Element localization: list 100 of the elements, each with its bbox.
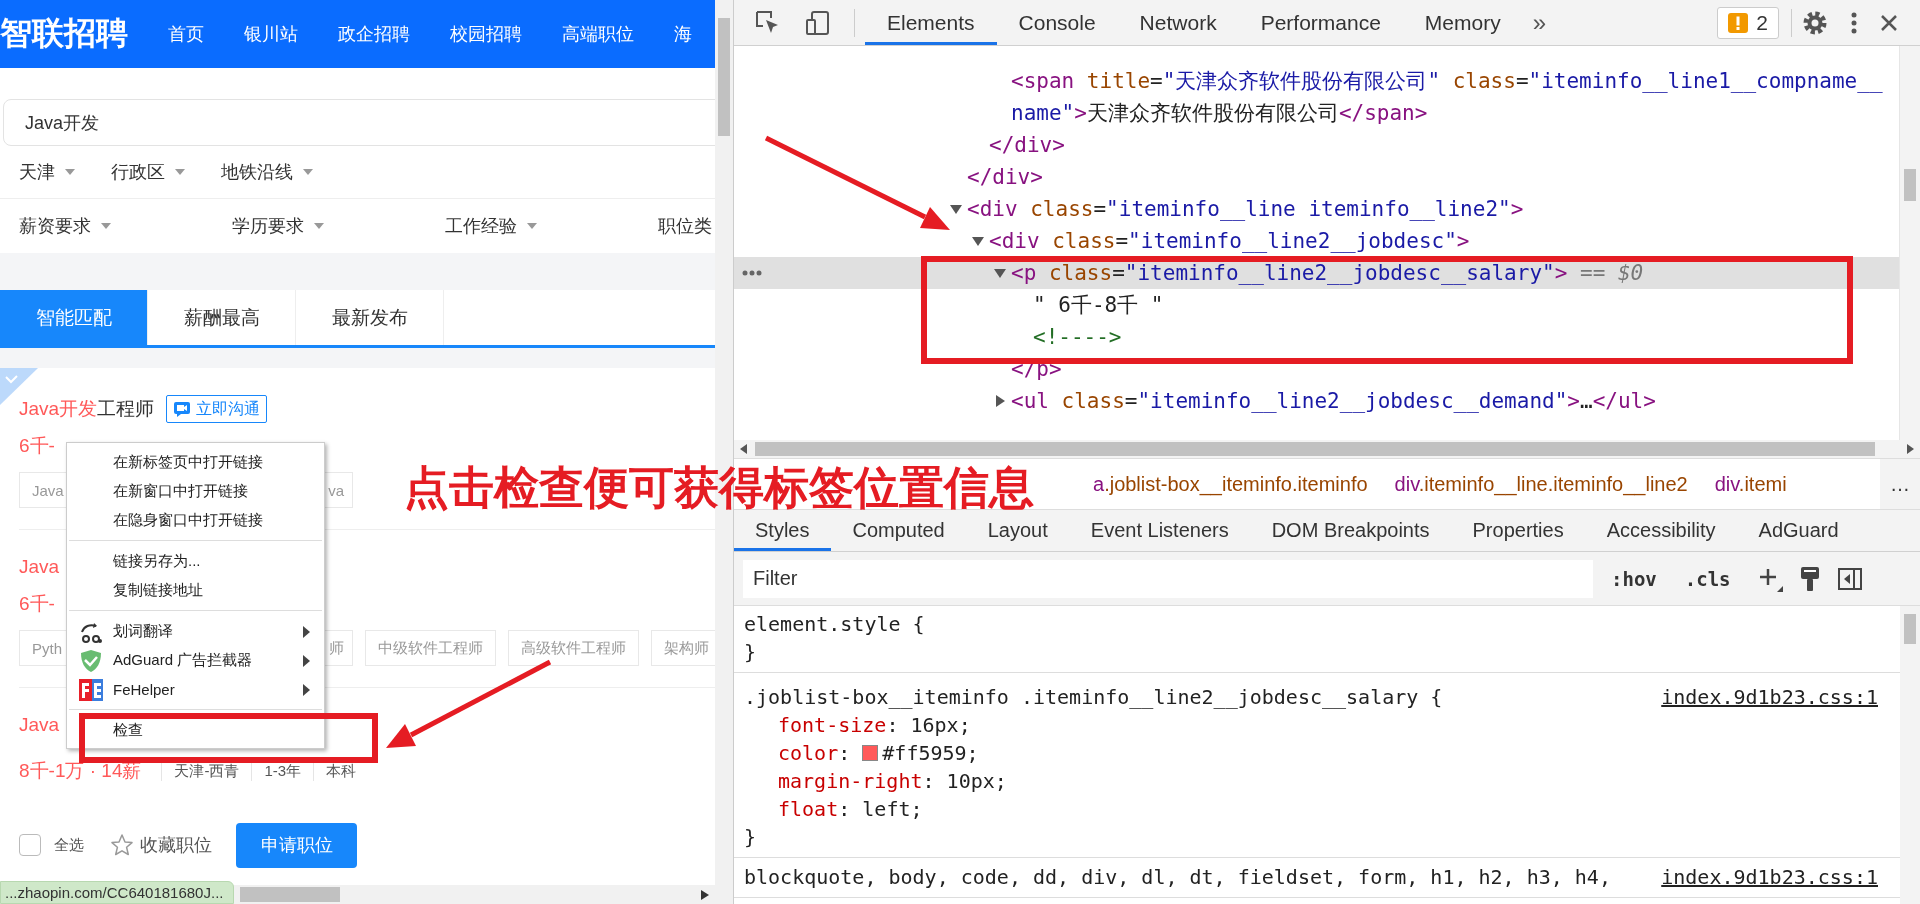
- caret-icon: [527, 223, 537, 229]
- devtools-tab[interactable]: Console: [996, 0, 1118, 45]
- devtools-tab[interactable]: Elements: [865, 0, 997, 45]
- css-value: 10px;: [946, 768, 1007, 795]
- nav-link[interactable]: 银川站: [244, 22, 298, 46]
- sidebar-toggle-icon[interactable]: [1836, 565, 1863, 592]
- caret-right-icon[interactable]: [994, 395, 1006, 407]
- checkbox-label: 全选: [54, 835, 84, 855]
- code-line: </div>: [967, 164, 1043, 191]
- more-icon[interactable]: [742, 270, 762, 276]
- shield-icon: [79, 648, 103, 673]
- code-line: </p>: [1011, 356, 1062, 383]
- filter-dropdown[interactable]: 薪资要求: [19, 214, 111, 238]
- css-property: color:: [778, 740, 852, 767]
- menu-item[interactable]: 在隐身窗口中打开链接: [67, 506, 324, 535]
- warning-icon: [1728, 12, 1749, 33]
- filter-dropdown[interactable]: 工作经验: [445, 214, 537, 238]
- device-icon[interactable]: [804, 8, 832, 37]
- breadcrumb-overflow-button[interactable]: …: [1880, 459, 1920, 509]
- issues-button[interactable]: 2: [1717, 6, 1779, 39]
- nav-link[interactable]: 高端职位: [562, 22, 634, 46]
- source-link[interactable]: index.9d1b23.css:1: [1661, 863, 1878, 891]
- closing-brace: }: [744, 639, 758, 666]
- annotation-text: 点击检查便可获得标签位置信息: [404, 463, 1034, 513]
- code-line: <!---->: [1033, 324, 1122, 351]
- color-swatch[interactable]: [862, 745, 879, 761]
- favorite-button[interactable]: 收藏职位: [110, 833, 212, 857]
- menu-item[interactable]: 链接另存为...: [67, 547, 324, 576]
- panel-tab[interactable]: DOM Breakpoints: [1250, 510, 1452, 551]
- scrollbar-thumb[interactable]: [1904, 169, 1916, 201]
- panel-tab[interactable]: Properties: [1451, 510, 1586, 551]
- code-line: <span title="天津众齐软件股份有限公司" class="iteminfo__line1__compname__ name">天津众齐软件股份有限公司</span>: [1011, 68, 1883, 127]
- job-meta: 1-3年: [251, 761, 314, 781]
- css-value: left;: [862, 796, 923, 823]
- paint-brush-icon[interactable]: [1798, 564, 1821, 593]
- caret-down-icon[interactable]: [994, 267, 1006, 279]
- more-options-icon[interactable]: [1850, 10, 1858, 35]
- salary: 6千-: [19, 592, 55, 616]
- filter-toggle-button[interactable]: .cls: [1674, 567, 1741, 590]
- apply-button[interactable]: 申请职位: [236, 822, 357, 868]
- filter-dropdown[interactable]: 学历要求: [232, 214, 324, 238]
- css-selector: blockquote, body, code, dd, div, dl, dt, fieldset, form, h1, h2, h3, h4,: [744, 864, 1612, 891]
- scrollbar-thumb[interactable]: [755, 442, 1875, 456]
- scrollbar-thumb[interactable]: [240, 887, 340, 902]
- sort-tab[interactable]: 智能匹配: [0, 290, 148, 345]
- skill-tag: 中级软件工程师: [365, 630, 496, 666]
- code-line: </div>: [989, 132, 1065, 159]
- filter-dropdown[interactable]: 地铁沿线: [221, 160, 313, 184]
- closing-brace: }: [744, 824, 758, 851]
- panel-tab[interactable]: Accessibility: [1585, 510, 1738, 551]
- search-field[interactable]: Java开发: [3, 99, 715, 146]
- breadcrumb[interactable]: div.iteminfo__line.iteminfo__line2: [1394, 472, 1688, 496]
- filter-field[interactable]: Filter: [743, 559, 1593, 598]
- menu-item[interactable]: FeHelper: [67, 675, 324, 704]
- checkbox[interactable]: [19, 834, 41, 856]
- caret-down-icon[interactable]: [950, 203, 962, 215]
- filter-dropdown[interactable]: 职位类: [658, 214, 715, 238]
- css-value: #ff5959;: [882, 740, 979, 767]
- menu-item[interactable]: 检查: [67, 716, 324, 745]
- menu-item[interactable]: 复制链接地址: [67, 576, 324, 605]
- code-line: <div class="iteminfo__line iteminfo__line2">: [967, 196, 1524, 223]
- nav-link[interactable]: 海: [674, 22, 692, 46]
- salary: 8千-1万 · 14薪: [19, 759, 142, 783]
- filter-toggle-button[interactable]: :hov: [1601, 567, 1667, 590]
- devtools-tab[interactable]: Performance: [1238, 0, 1403, 45]
- breadcrumb[interactable]: div.itemi: [1714, 472, 1787, 496]
- panel-tab[interactable]: Computed: [831, 510, 967, 551]
- caret-icon: [175, 169, 185, 175]
- css-selector: element.style {: [744, 611, 926, 638]
- nav-link[interactable]: 政企招聘: [338, 22, 410, 46]
- scrollbar-thumb[interactable]: [718, 18, 730, 136]
- nav-link[interactable]: 校园招聘: [450, 22, 522, 46]
- panel-tab[interactable]: AdGuard: [1737, 510, 1861, 551]
- caret-icon: [101, 223, 111, 229]
- panel-tab[interactable]: Layout: [966, 510, 1070, 551]
- scroll-left-arrow-icon[interactable]: [740, 444, 747, 454]
- site-logo[interactable]: 智联招聘: [0, 12, 128, 56]
- caret-down-icon[interactable]: [972, 235, 984, 247]
- close-icon[interactable]: [1880, 13, 1898, 32]
- link-url-tooltip: ...zhaopin.com/CC640181680J...: [0, 881, 235, 904]
- scrollbar-thumb[interactable]: [1904, 614, 1916, 644]
- settings-icon[interactable]: [1802, 9, 1828, 36]
- chat-icon: [173, 401, 192, 417]
- app-icon: [79, 678, 103, 701]
- job-title[interactable]: Java开发工程师: [19, 396, 155, 422]
- scroll-right-arrow-icon[interactable]: [1907, 444, 1914, 454]
- css-property: font-size:: [778, 712, 900, 739]
- filter-dropdown[interactable]: 天津: [19, 160, 75, 184]
- breadcrumb[interactable]: a.joblist-box__iteminfo.iteminfo: [1093, 472, 1368, 496]
- devtools-tab[interactable]: Network: [1117, 0, 1239, 45]
- nav-link[interactable]: 首页: [168, 22, 204, 46]
- scroll-right-arrow-icon[interactable]: [701, 889, 709, 900]
- chat-button[interactable]: 立即沟通: [166, 395, 268, 423]
- css-value: 16px;: [910, 712, 971, 739]
- panel-tab[interactable]: Event Listeners: [1069, 510, 1251, 551]
- more-tabs-button[interactable]: »: [1522, 8, 1557, 37]
- filter-dropdown[interactable]: 行政区: [111, 160, 185, 184]
- source-link[interactable]: index.9d1b23.css:1: [1661, 683, 1878, 711]
- devtools-tab[interactable]: Memory: [1402, 0, 1523, 45]
- job-meta: 本科: [313, 761, 369, 781]
